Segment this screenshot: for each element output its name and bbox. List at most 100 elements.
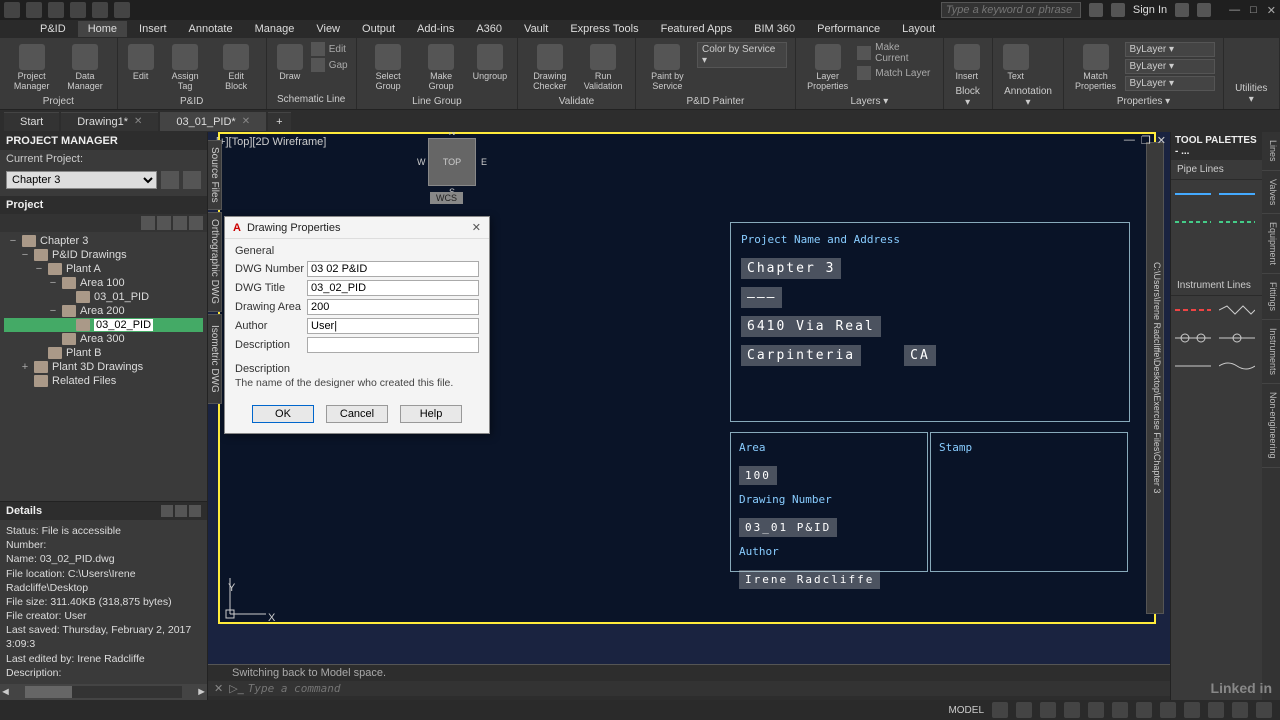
vtab-iso[interactable]: Isometric DWG	[208, 314, 222, 404]
doc-restore[interactable]: ❐	[1141, 134, 1151, 147]
status-icon[interactable]	[1040, 702, 1056, 718]
doc-close[interactable]: ✕	[1157, 134, 1166, 147]
field-input-description[interactable]	[307, 337, 479, 353]
tree-node[interactable]: −Area 200	[4, 304, 203, 318]
sym-inst-4[interactable]	[1219, 330, 1255, 346]
cmd-input[interactable]	[248, 682, 1164, 695]
tree-btn-1[interactable]	[141, 216, 155, 230]
ribbon-item[interactable]: Match Layer	[857, 66, 934, 80]
viewcube-n[interactable]: N	[449, 132, 456, 137]
tree-node[interactable]: −Plant A	[4, 262, 203, 276]
palette-tab-lines[interactable]: Lines	[1262, 132, 1280, 171]
tree-btn-3[interactable]	[173, 216, 187, 230]
new-icon[interactable]	[26, 2, 42, 18]
wcs-label[interactable]: WCS	[430, 192, 463, 204]
menu-addins[interactable]: Add-ins	[407, 21, 464, 37]
help-search-input[interactable]	[941, 2, 1081, 18]
cmd-close[interactable]: ✕	[214, 682, 223, 695]
doc-minimize[interactable]: —	[1124, 134, 1135, 147]
menu-annotate[interactable]: Annotate	[179, 21, 243, 37]
details-btn-1[interactable]	[161, 505, 173, 517]
tree-node[interactable]: −Area 100	[4, 276, 203, 290]
tree-node[interactable]: −Chapter 3	[4, 234, 203, 248]
details-btn-2[interactable]	[175, 505, 187, 517]
app-icon[interactable]	[4, 2, 20, 18]
project-tree[interactable]: −Chapter 3−P&ID Drawings−Plant A−Area 10…	[0, 232, 207, 501]
menu-insert[interactable]: Insert	[129, 21, 177, 37]
menu-manage[interactable]: Manage	[245, 21, 305, 37]
ribbon-btn[interactable]: Run Validation	[579, 42, 626, 94]
open-icon[interactable]	[48, 2, 64, 18]
sym-inst-5[interactable]	[1175, 358, 1211, 374]
ribbon-item[interactable]: Gap	[311, 58, 348, 72]
field-input-author[interactable]	[307, 318, 479, 334]
save-icon[interactable]	[70, 2, 86, 18]
vtab-source-files[interactable]: Source Files	[208, 140, 222, 210]
sym-pipe-1[interactable]	[1175, 186, 1211, 202]
file-tab[interactable]: 03_01_PID*✕	[160, 112, 266, 131]
undo-icon[interactable]	[92, 2, 108, 18]
ribbon-item[interactable]: Edit	[311, 42, 348, 56]
sym-pipe-3[interactable]	[1175, 214, 1211, 230]
sym-pipe-4[interactable]	[1219, 214, 1255, 230]
ribbon-dropdown[interactable]: Color by Service ▾	[697, 42, 787, 68]
status-icon[interactable]	[1088, 702, 1104, 718]
menu-featuredapps[interactable]: Featured Apps	[651, 21, 743, 37]
tree-node[interactable]: Plant B	[4, 346, 203, 360]
menu-home[interactable]: Home	[78, 21, 127, 37]
ribbon-btn[interactable]: Select Group	[365, 42, 412, 94]
ribbon-btn[interactable]: Draw	[275, 42, 305, 84]
ribbon-btn[interactable]: Edit	[126, 42, 156, 84]
viewcube-e[interactable]: E	[481, 157, 487, 167]
menu-expresstools[interactable]: Express Tools	[560, 21, 648, 37]
status-icon[interactable]	[1208, 702, 1224, 718]
command-line[interactable]: Switching back to Model space. ✕ ▷_	[208, 664, 1170, 700]
details-hscroll[interactable]: ◄►	[0, 684, 207, 700]
ribbon-btn[interactable]: Assign Tag	[162, 42, 209, 94]
ribbon-btn[interactable]: Match Properties	[1072, 42, 1118, 94]
ribbon-btn[interactable]: Drawing Checker	[526, 42, 573, 94]
status-icon[interactable]	[992, 702, 1008, 718]
file-tab[interactable]: Start	[4, 112, 59, 131]
menu-vault[interactable]: Vault	[514, 21, 558, 37]
status-icon[interactable]	[1064, 702, 1080, 718]
viewport-label[interactable]: [+][Top][2D Wireframe]	[216, 136, 326, 148]
status-icon[interactable]	[1232, 702, 1248, 718]
menu-bim360[interactable]: BIM 360	[744, 21, 805, 37]
ribbon-dropdown[interactable]: ByLayer ▾	[1125, 59, 1215, 74]
menu-a360[interactable]: A360	[466, 21, 512, 37]
sym-inst-2[interactable]	[1219, 302, 1255, 318]
ribbon-btn[interactable]: Project Manager	[8, 42, 55, 94]
signin-link[interactable]: Sign In	[1133, 4, 1167, 16]
menu-performance[interactable]: Performance	[807, 21, 890, 37]
tree-node[interactable]: +Plant 3D Drawings	[4, 360, 203, 374]
palette-tab-instruments[interactable]: Instruments	[1262, 320, 1280, 384]
status-icon[interactable]	[1112, 702, 1128, 718]
palette-tab-non-engineering[interactable]: Non-engineering	[1262, 384, 1280, 468]
status-icon[interactable]	[1160, 702, 1176, 718]
field-input-dwgtitle[interactable]	[307, 280, 479, 296]
ribbon-btn[interactable]: Text	[1001, 42, 1031, 84]
status-icon[interactable]	[1136, 702, 1152, 718]
ribbon-btn[interactable]: Data Manager	[61, 42, 108, 94]
status-model[interactable]: MODEL	[948, 705, 984, 716]
vtab-ortho[interactable]: Orthographic DWG	[208, 212, 222, 312]
help-button[interactable]: Help	[400, 405, 462, 423]
tree-btn-4[interactable]	[189, 216, 203, 230]
file-tab[interactable]: Drawing1*✕	[61, 112, 158, 131]
sym-inst-6[interactable]	[1219, 358, 1255, 374]
menu-pid[interactable]: P&ID	[30, 21, 76, 37]
maximize-button[interactable]: □	[1250, 4, 1257, 17]
palette-tab-equipment[interactable]: Equipment	[1262, 214, 1280, 274]
tree-node[interactable]: Related Files	[4, 374, 203, 388]
new-tab-button[interactable]: +	[268, 112, 290, 131]
ribbon-btn[interactable]: Make Group	[418, 42, 465, 94]
minimize-button[interactable]: —	[1229, 4, 1240, 17]
menu-view[interactable]: View	[306, 21, 350, 37]
exchange-icon[interactable]	[1175, 3, 1189, 17]
status-icon[interactable]	[1256, 702, 1272, 718]
pm-icon-1[interactable]	[161, 171, 179, 189]
sym-pipe-2[interactable]	[1219, 186, 1255, 202]
cancel-button[interactable]: Cancel	[326, 405, 388, 423]
redo-icon[interactable]	[114, 2, 130, 18]
